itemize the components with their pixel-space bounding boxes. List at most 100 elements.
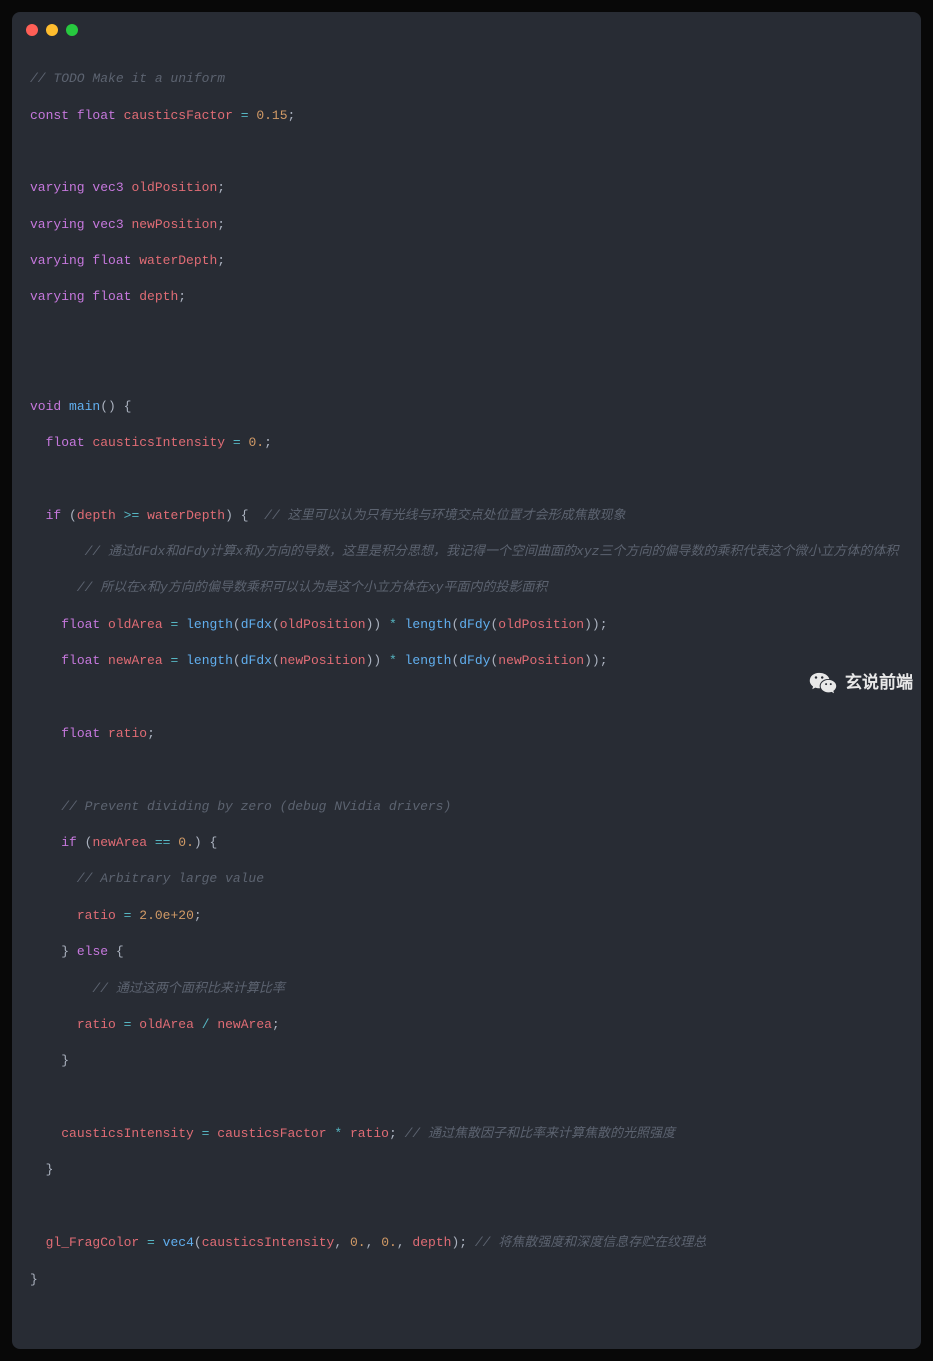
identifier: newPosition	[498, 653, 584, 668]
keyword: void	[30, 399, 61, 414]
type: float	[61, 617, 100, 632]
code-line: if (newArea == 0.) {	[30, 834, 903, 852]
punct: }	[46, 1162, 54, 1177]
punct: ()	[100, 399, 116, 414]
operator: =	[124, 908, 132, 923]
identifier: oldArea	[108, 617, 163, 632]
code-line	[30, 689, 903, 707]
function-call: length	[405, 617, 452, 632]
identifier: waterDepth	[147, 508, 225, 523]
punct: ;	[264, 435, 272, 450]
punct: ));	[584, 617, 607, 632]
identifier: depth	[139, 289, 178, 304]
comment-text: // 通过焦散因子和比率来计算焦散的光照强度	[397, 1126, 675, 1141]
keyword: varying	[30, 289, 85, 304]
keyword: varying	[30, 253, 85, 268]
punct: {	[210, 835, 218, 850]
punct: {	[241, 508, 249, 523]
number: 0.	[381, 1235, 397, 1250]
code-line: float ratio;	[30, 725, 903, 743]
function-call: dFdx	[241, 653, 272, 668]
punct: {	[116, 944, 124, 959]
identifier: ratio	[77, 1017, 116, 1032]
identifier: newPosition	[280, 653, 366, 668]
operator: =	[202, 1126, 210, 1141]
code-line	[30, 143, 903, 161]
identifier: newArea	[108, 653, 163, 668]
window-titlebar	[12, 12, 921, 48]
type: float	[61, 653, 100, 668]
code-line: // 通过这两个面积比来计算比率	[30, 980, 903, 998]
punct: {	[124, 399, 132, 414]
number: 0.15	[256, 108, 287, 123]
identifier: waterDepth	[139, 253, 217, 268]
comment-text: // 这里可以认为只有光线与环境交点处位置才会形成焦散现象	[249, 508, 626, 523]
code-line: } else {	[30, 943, 903, 961]
type: float	[77, 108, 116, 123]
function-call: vec4	[163, 1235, 194, 1250]
code-line	[30, 1198, 903, 1216]
punct: ));	[584, 653, 607, 668]
punct: (	[69, 508, 77, 523]
code-line: // TODO Make it a uniform	[30, 70, 903, 88]
code-line: varying vec3 newPosition;	[30, 216, 903, 234]
close-icon[interactable]	[26, 24, 38, 36]
keyword: const	[30, 108, 69, 123]
punct: }	[61, 1053, 69, 1068]
punct: ,	[366, 1235, 374, 1250]
code-line: // 所以在x和y方向的偏导数乘积可以认为是这个小立方体在xy平面内的投影面积	[30, 579, 903, 597]
watermark: 玄说前端	[809, 669, 913, 697]
function-call: length	[186, 617, 233, 632]
punct: ;	[217, 217, 225, 232]
code-line: float causticsIntensity = 0.;	[30, 434, 903, 452]
keyword: varying	[30, 180, 85, 195]
number: 0.	[249, 435, 265, 450]
punct: (	[85, 835, 93, 850]
code-line: float oldArea = length(dFdx(oldPosition)…	[30, 616, 903, 634]
punct: );	[451, 1235, 467, 1250]
punct: ;	[288, 108, 296, 123]
code-line: if (depth >= waterDepth) { // 这里可以认为只有光线…	[30, 507, 903, 525]
operator: =	[147, 1235, 155, 1250]
punct: (	[194, 1235, 202, 1250]
comment-text: // Prevent dividing by zero (debug NVidi…	[30, 799, 451, 814]
number: 2.0e+20	[139, 908, 194, 923]
identifier: ratio	[108, 726, 147, 741]
identifier: ratio	[77, 908, 116, 923]
comment-text: // Arbitrary large value	[30, 871, 264, 886]
minimize-icon[interactable]	[46, 24, 58, 36]
punct: ;	[178, 289, 186, 304]
code-line: }	[30, 1052, 903, 1070]
code-line	[30, 325, 903, 343]
keyword: else	[77, 944, 108, 959]
identifier: depth	[77, 508, 116, 523]
identifier: newArea	[92, 835, 147, 850]
operator: =	[233, 435, 241, 450]
maximize-icon[interactable]	[66, 24, 78, 36]
identifier: causticsIntensity	[61, 1126, 194, 1141]
punct: ;	[389, 1126, 397, 1141]
function-call: length	[186, 653, 233, 668]
operator: =	[170, 653, 178, 668]
code-line: varying float waterDepth;	[30, 252, 903, 270]
type: float	[92, 289, 131, 304]
punct: ,	[397, 1235, 405, 1250]
operator: *	[389, 653, 397, 668]
punct: ,	[334, 1235, 342, 1250]
punct: (	[233, 653, 241, 668]
operator: =	[170, 617, 178, 632]
code-line: gl_FragColor = vec4(causticsIntensity, 0…	[30, 1234, 903, 1252]
identifier: oldArea	[139, 1017, 194, 1032]
punct: ))	[366, 617, 382, 632]
comment-text: // TODO Make it a uniform	[30, 71, 225, 86]
code-line: // Prevent dividing by zero (debug NVidi…	[30, 798, 903, 816]
code-line	[30, 361, 903, 379]
code-line: }	[30, 1161, 903, 1179]
code-line: }	[30, 1271, 903, 1289]
punct: )	[225, 508, 233, 523]
identifier: depth	[412, 1235, 451, 1250]
identifier: oldPosition	[131, 180, 217, 195]
operator: =	[241, 108, 249, 123]
punct: (	[272, 617, 280, 632]
code-line: ratio = oldArea / newArea;	[30, 1016, 903, 1034]
